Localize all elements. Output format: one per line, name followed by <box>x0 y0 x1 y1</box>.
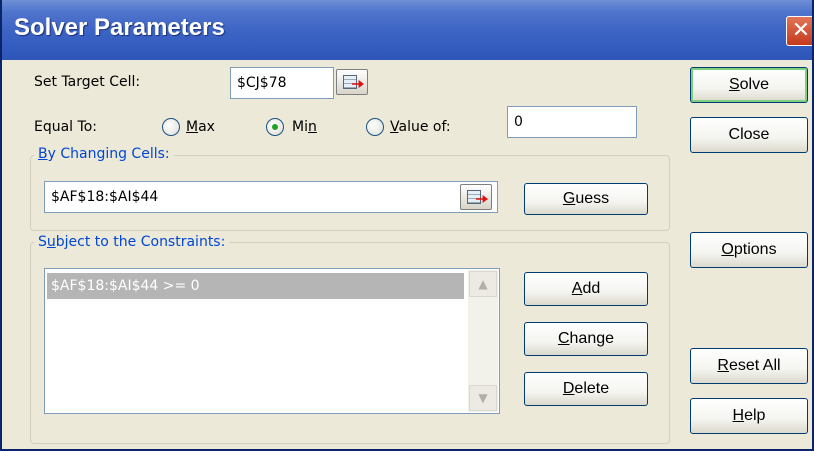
help-button[interactable]: Help <box>690 398 808 434</box>
change-button[interactable]: Change <box>524 322 648 356</box>
max-label[interactable]: Max <box>186 119 215 135</box>
changing-cells-label: By Changing Cells: <box>34 146 174 162</box>
dialog-title: Solver Parameters <box>14 14 225 41</box>
constraints-list[interactable]: $AF$18:$AI$44 >= 0 ▲ ▼ <box>44 268 500 414</box>
solver-parameters-dialog: Solver Parameters ✕ Set Target Cell: $CJ… <box>0 0 814 451</box>
close-window-button[interactable]: ✕ <box>786 16 812 46</box>
min-label[interactable]: Min <box>292 119 317 135</box>
title-bar[interactable]: Solver Parameters ✕ <box>2 0 812 60</box>
reset-all-button[interactable]: Reset All <box>690 348 808 384</box>
changing-cells-range-button[interactable] <box>460 184 492 210</box>
options-button[interactable]: Options <box>690 232 808 268</box>
target-cell-range-button[interactable] <box>336 69 368 95</box>
range-selector-icon <box>343 75 357 89</box>
target-cell-input[interactable]: $CJ$78 <box>230 67 334 99</box>
scroll-up-button[interactable]: ▲ <box>469 271 497 297</box>
scroll-down-button[interactable]: ▼ <box>469 385 497 411</box>
value-of-label[interactable]: Value of: <box>390 119 451 135</box>
delete-button[interactable]: Delete <box>524 372 648 406</box>
close-icon: ✕ <box>791 18 811 43</box>
list-item[interactable]: $AF$18:$AI$44 >= 0 <box>47 273 464 299</box>
radio-selected-dot <box>272 124 278 130</box>
add-button[interactable]: Add <box>524 272 648 306</box>
target-cell-value: $CJ$78 <box>237 75 287 91</box>
max-radio[interactable] <box>162 118 180 136</box>
min-radio[interactable] <box>266 118 284 136</box>
constraints-label: Subject to the Constraints: <box>34 234 230 250</box>
target-cell-label: Set Target Cell: <box>34 74 141 90</box>
value-of-radio[interactable] <box>366 118 384 136</box>
value-of-input[interactable]: 0 <box>507 106 637 138</box>
changing-cells-input[interactable]: $AF$18:$AI$44 <box>44 181 498 213</box>
list-scrollbar[interactable]: ▲ ▼ <box>468 270 498 412</box>
guess-button[interactable]: Guess <box>524 183 648 215</box>
range-selector-icon <box>467 190 481 204</box>
equal-to-label: Equal To: <box>34 119 97 135</box>
solve-button[interactable]: Solve <box>690 67 808 103</box>
value-of-value: 0 <box>514 114 523 130</box>
chevron-up-icon: ▲ <box>478 277 488 291</box>
changing-cells-value: $AF$18:$AI$44 <box>51 189 159 205</box>
close-button[interactable]: Close <box>690 117 808 153</box>
chevron-down-icon: ▼ <box>478 391 488 405</box>
